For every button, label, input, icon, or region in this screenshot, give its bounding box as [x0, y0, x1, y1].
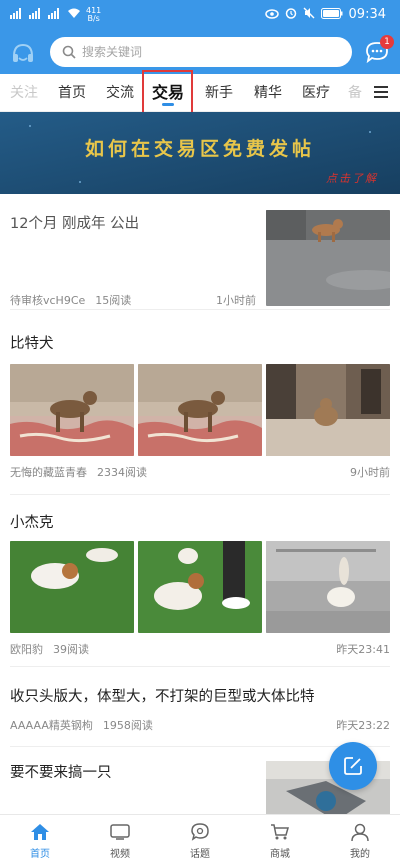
message-button[interactable]: 1 [364, 35, 394, 65]
sim-signal-icon [10, 8, 24, 22]
post-time: 昨天23:41 [336, 643, 390, 656]
eye-icon [264, 8, 279, 22]
post-item[interactable]: 小杰克 欧阳豹 39阅读 昨天23:41 [10, 495, 390, 667]
post-image[interactable] [10, 541, 134, 633]
post-image[interactable] [266, 364, 390, 456]
nav-home[interactable]: 首页 [10, 819, 70, 860]
post-author[interactable]: 欧阳豹 [10, 641, 43, 657]
post-title: 小杰克 [10, 515, 54, 531]
alarm-icon [285, 7, 297, 22]
wifi-icon [67, 8, 81, 22]
post-reads: 15阅读 [95, 294, 132, 307]
nav-topic-label: 话题 [190, 849, 210, 860]
edit-icon [344, 757, 362, 775]
post-image[interactable] [10, 364, 134, 456]
post-item[interactable]: 12个月 刚成年 公出 待审核vcH9Ce 15阅读 1小时前 [10, 194, 390, 310]
message-badge: 1 [380, 35, 394, 49]
nav-profile-label: 我的 [350, 849, 370, 860]
signal-icon-2 [48, 8, 62, 22]
signal-icon [29, 8, 43, 22]
post-author[interactable]: AAAAA精英钢枸 [10, 717, 93, 733]
post-image[interactable] [266, 541, 390, 633]
nav-topic[interactable]: 话题 [170, 819, 230, 860]
nav-profile[interactable]: 我的 [330, 819, 390, 860]
tab-follow[interactable]: 关注 [10, 74, 38, 112]
post-author[interactable]: 无悔的藏蓝青春 [10, 464, 87, 480]
topic-icon [170, 819, 230, 845]
nav-mall[interactable]: 商城 [250, 819, 310, 860]
tab-exchange[interactable]: 交流 [106, 74, 134, 112]
post-title: 收只头版大，体型大，不打架的巨型或大体比特 [10, 689, 315, 705]
search-icon [56, 45, 82, 59]
promo-banner[interactable]: 如何在交易区免费发帖 点击了解 [0, 112, 400, 194]
app-header: 1 [0, 32, 400, 74]
post-meta: 欧阳豹 39阅读 [10, 641, 89, 657]
cart-icon [250, 819, 310, 845]
nav-video[interactable]: 视频 [90, 819, 150, 860]
tab-home[interactable]: 首页 [58, 74, 86, 112]
battery-icon [320, 7, 343, 22]
post-item[interactable]: 比特犬 无悔的藏蓝青春 2334阅读 9小时前 [10, 310, 390, 495]
post-feed: 12个月 刚成年 公出 待审核vcH9Ce 15阅读 1小时前 比特犬 无悔的藏… [0, 194, 400, 814]
post-time: 昨天23:22 [336, 719, 390, 732]
create-post-button[interactable] [329, 742, 377, 790]
home-icon [10, 819, 70, 845]
tab-newbie[interactable]: 新手 [205, 74, 233, 112]
search-bar[interactable] [50, 37, 352, 67]
post-thumbnail[interactable] [266, 210, 390, 306]
tab-featured[interactable]: 精华 [254, 74, 282, 112]
post-reads: 2334阅读 [97, 466, 147, 479]
post-meta: AAAAA精英钢枸 1958阅读 [10, 717, 153, 733]
network-speed: 411 B/s [86, 6, 102, 23]
status-bar: 411 B/s 09:34 [0, 0, 400, 32]
tab-more-partial[interactable]: 备 [348, 74, 362, 112]
post-title: 12个月 刚成年 公出 [10, 216, 140, 232]
tabs-menu-icon[interactable] [374, 86, 388, 101]
clock: 09:34 [348, 7, 386, 22]
post-author[interactable]: 待审核vcH9Ce [10, 292, 85, 308]
bottom-nav: 首页 视频 话题 商城 我的 [0, 814, 400, 866]
video-icon [90, 819, 150, 845]
post-item[interactable]: 收只头版大，体型大，不打架的巨型或大体比特 AAAAA精英钢枸 1958阅读 昨… [10, 667, 390, 747]
post-image[interactable] [138, 364, 262, 456]
post-meta: 待审核vcH9Ce 15阅读 [10, 292, 131, 308]
nav-home-label: 首页 [30, 849, 50, 860]
post-title: 比特犬 [10, 336, 54, 352]
post-title: 要不要来搞一只 [10, 765, 112, 781]
tab-medical[interactable]: 医疗 [302, 74, 330, 112]
post-image[interactable] [138, 541, 262, 633]
search-input[interactable] [82, 45, 322, 59]
post-time: 1小时前 [216, 294, 256, 307]
nav-video-label: 视频 [110, 849, 130, 860]
post-meta: 无悔的藏蓝青春 2334阅读 [10, 464, 147, 480]
post-reads: 39阅读 [53, 643, 89, 656]
app-logo-icon[interactable] [10, 40, 36, 66]
post-time: 9小时前 [350, 466, 390, 479]
post-reads: 1958阅读 [102, 719, 153, 732]
mute-icon [303, 7, 315, 22]
profile-icon [330, 819, 390, 845]
banner-subtitle: 点击了解 [326, 172, 378, 185]
banner-title: 如何在交易区免费发帖 [84, 138, 315, 160]
nav-mall-label: 商城 [270, 849, 290, 860]
category-tabs: 关注 首页 交流 交易 新手 精华 医疗 备 [0, 74, 400, 112]
